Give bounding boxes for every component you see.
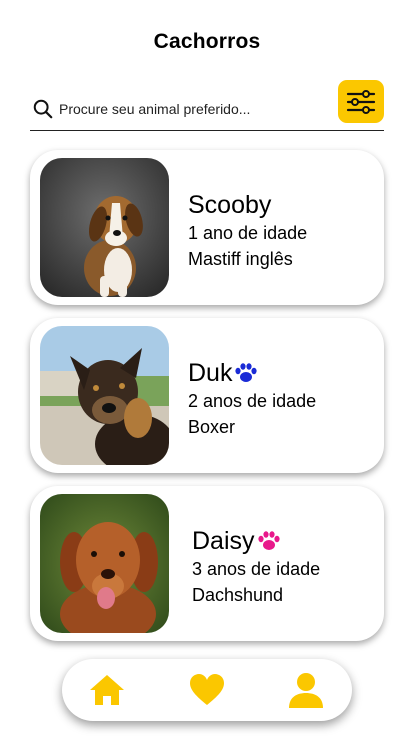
pet-name: Daisy	[192, 526, 320, 556]
pet-age: 3 anos de idade	[192, 559, 321, 579]
pet-breed: Mastiff inglês	[188, 249, 293, 269]
heart-icon[interactable]	[188, 672, 226, 708]
filter-button[interactable]	[338, 80, 384, 123]
pet-age: 1 ano de idade	[188, 223, 308, 243]
pet-age: 2 anos de idade	[188, 391, 317, 411]
search-input[interactable]	[59, 98, 329, 120]
bottom-nav	[62, 659, 352, 721]
pet-card-scooby[interactable]: Scooby 1 ano de idade Mastiff inglês	[30, 150, 384, 305]
sliders-icon	[346, 89, 376, 114]
search-bar	[30, 80, 384, 131]
user-icon[interactable]	[287, 672, 325, 708]
pet-breed: Boxer	[188, 417, 236, 437]
paw-pink-icon	[257, 531, 280, 550]
pet-photo	[40, 326, 169, 465]
pet-breed: Dachshund	[192, 585, 284, 605]
page-title: Cachorros	[153, 30, 261, 53]
pet-photo	[40, 494, 169, 633]
pet-card-duk[interactable]: Duk 2 anos de idade Boxer	[30, 318, 384, 473]
pet-name: Duk	[188, 358, 316, 388]
pet-card-daisy[interactable]: Daisy 3 anos de idade Dachshund	[30, 486, 384, 641]
pet-photo	[40, 158, 169, 297]
paw-blue-icon	[235, 363, 258, 382]
pet-name: Scooby	[188, 191, 272, 219]
home-icon[interactable]	[88, 672, 126, 708]
search-icon	[33, 99, 53, 119]
